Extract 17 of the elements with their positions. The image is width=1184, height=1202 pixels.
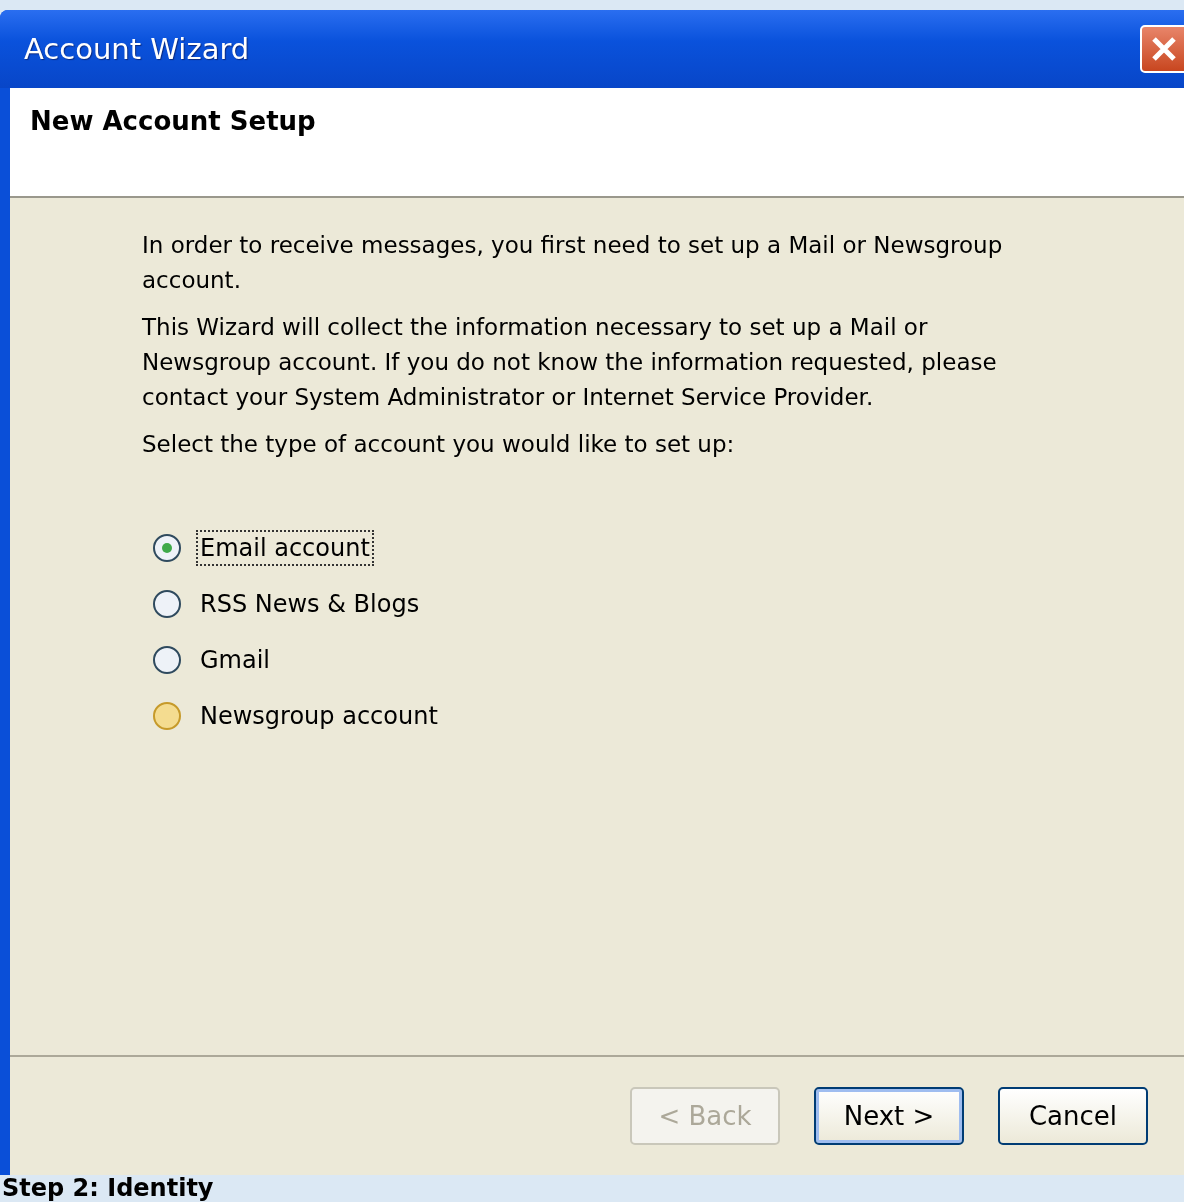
radio-label[interactable]: Newsgroup account — [196, 698, 442, 734]
radio-button[interactable] — [152, 533, 182, 563]
page-title: New Account Setup — [30, 106, 316, 136]
radio-label[interactable]: RSS News & Blogs — [196, 586, 424, 622]
instruction-text: Select the type of account you would like to set up: — [142, 430, 736, 459]
radio-button[interactable] — [152, 701, 182, 731]
wizard-button[interactable]: Cancel — [998, 1087, 1148, 1145]
radio-button[interactable] — [152, 645, 182, 675]
step-heading: Step 2: Identity — [1, 1175, 215, 1201]
radio-button[interactable] — [152, 589, 182, 619]
wizard-button[interactable]: Next > — [814, 1087, 964, 1145]
radio-label[interactable]: Gmail — [196, 642, 275, 678]
radio-label[interactable]: Email account — [196, 530, 374, 566]
close-icon[interactable] — [1140, 25, 1184, 73]
instruction-text: In order to receive messages, you first need to set up a Mail or Newsgroup account. — [142, 231, 1004, 295]
instruction-text: This Wizard will collect the information necessary to set up a Mail or Newsgroup account. If you do not know the information requested, please contact your System Administrator or Internet Service Provider. — [142, 313, 998, 412]
window-title: Account Wizard — [24, 32, 250, 66]
